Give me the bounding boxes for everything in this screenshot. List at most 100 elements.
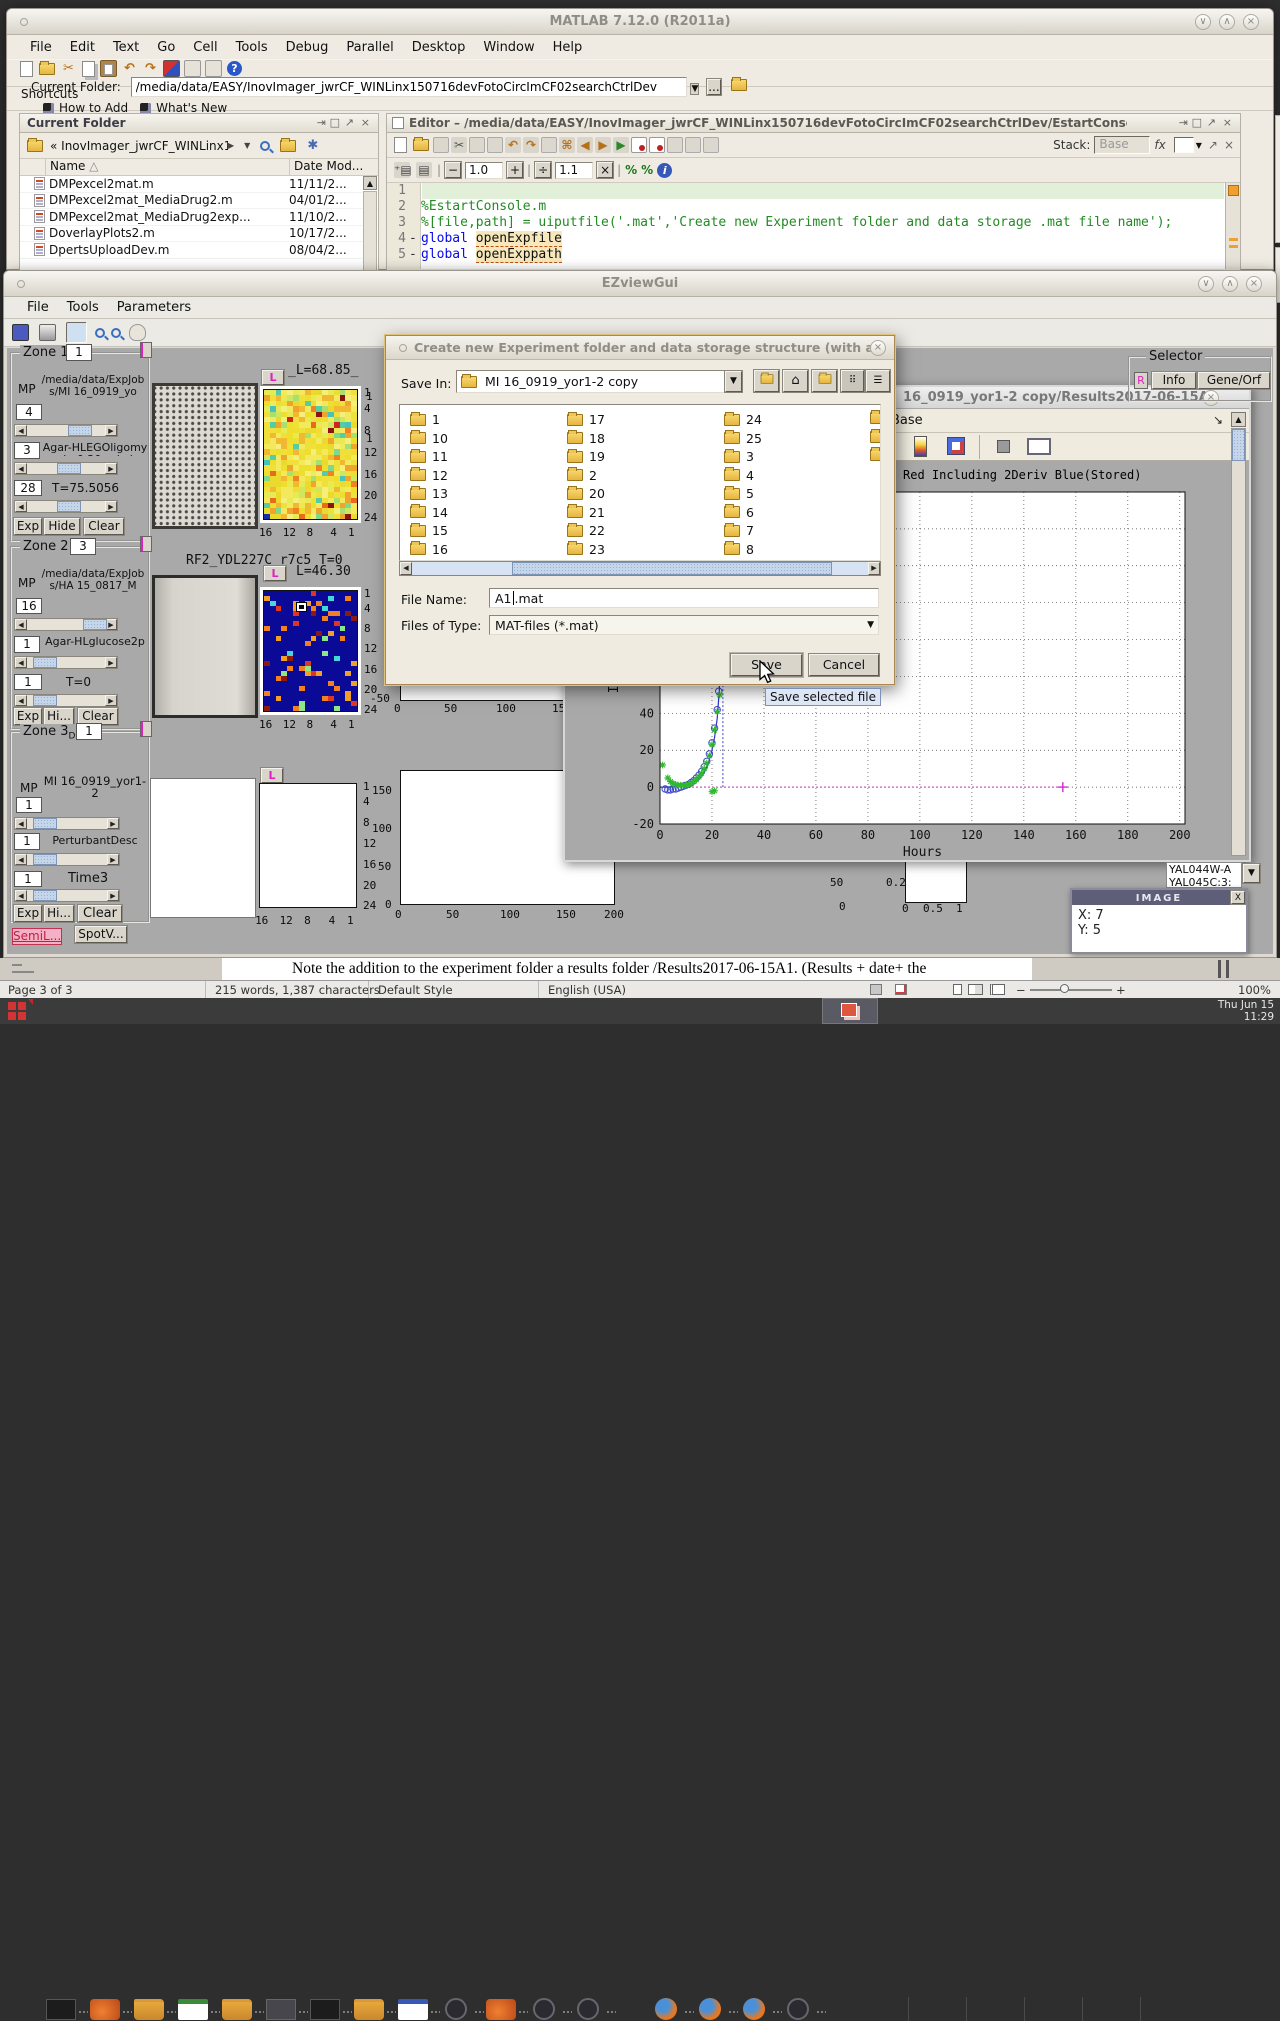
menu-debug[interactable]: Debug — [277, 37, 338, 58]
word-count[interactable]: 215 words, 1,387 characters — [215, 983, 380, 997]
folder-item[interactable]: 20 — [567, 486, 605, 501]
breakpoint-set-icon[interactable] — [631, 137, 647, 153]
folder-item[interactable]: 23 — [567, 542, 605, 557]
gray-swatch-icon[interactable] — [997, 440, 1010, 453]
dock-icon[interactable]: ⇥ — [1179, 116, 1188, 129]
open-icon[interactable] — [39, 63, 55, 75]
colormap-icon[interactable] — [914, 436, 927, 457]
file-name[interactable]: DMPexcel2mat_MediaDrug2.m — [45, 193, 281, 207]
stack-combo[interactable]: Base — [1094, 136, 1150, 154]
mlint-mark[interactable] — [1229, 245, 1238, 248]
mlint-mark[interactable] — [1229, 238, 1238, 241]
folder-scrollbar[interactable] — [363, 191, 377, 271]
multi-page-icon[interactable] — [968, 984, 983, 995]
search-icon[interactable] — [260, 141, 270, 151]
folder-list-scrollbar[interactable]: ◀ ▶ — [399, 561, 881, 576]
folder-item[interactable]: 6 — [724, 505, 754, 520]
paste-icon[interactable] — [100, 60, 117, 77]
ezview-titlebar[interactable]: EZviewGui ∨ ∧ × — [4, 271, 1276, 297]
folder-item[interactable]: 2 — [567, 468, 597, 483]
taskbar-folder-icon[interactable] — [222, 1999, 252, 2020]
scrollbar-thumb[interactable] — [512, 562, 831, 575]
taskbar-terminal-icon[interactable] — [46, 1999, 76, 2020]
folder-item[interactable] — [870, 449, 881, 464]
step-out-icon[interactable] — [703, 137, 719, 153]
breakpoint-clear-icon[interactable] — [649, 137, 665, 153]
find-icon[interactable]: ⌘ — [559, 137, 575, 153]
up-folder-icon[interactable] — [731, 79, 747, 91]
folder-item[interactable]: 25 — [724, 431, 762, 446]
menu-tools[interactable]: Tools — [227, 37, 277, 58]
taskbar-folder-icon[interactable] — [134, 1999, 164, 2020]
minimize-button[interactable]: ∨ — [1195, 14, 1211, 30]
folder-item[interactable]: 14 — [410, 505, 448, 520]
mlint-marker[interactable] — [1228, 185, 1239, 196]
folder-item[interactable]: 3 — [724, 449, 754, 464]
folder-item[interactable]: 8 — [724, 542, 754, 557]
save-in-combo[interactable]: MI 16_0919_yor1-2 copy ▼ — [456, 370, 743, 393]
folder-item[interactable]: 21 — [567, 505, 605, 520]
guide-icon[interactable] — [184, 60, 201, 77]
layout-icon[interactable] — [947, 437, 965, 455]
path-dropdown-icon[interactable]: ▼ — [690, 83, 699, 95]
file-name-input[interactable]: A1 .mat — [489, 588, 879, 608]
taskbar-player-icon[interactable] — [445, 1998, 467, 2020]
cut-icon[interactable]: ✂ — [451, 137, 467, 153]
table-row[interactable]: DoverlayPlots2.m10/17/2... — [20, 226, 378, 243]
shortcut-icon[interactable] — [43, 103, 54, 114]
zoom-level[interactable]: 100% — [1238, 983, 1271, 997]
list-item[interactable]: YAL044W-A — [1169, 863, 1241, 876]
clock[interactable]: Thu Jun 15 11:29 — [1218, 999, 1274, 1023]
menu-parallel[interactable]: Parallel — [337, 37, 402, 58]
step-in-icon[interactable] — [685, 137, 701, 153]
list-item[interactable]: YAL045C:3: — [1169, 876, 1241, 888]
taskbar-folder-icon[interactable] — [354, 1999, 384, 2020]
folder-list[interactable]: 1101112131415161718192202122232425345678 — [399, 404, 881, 561]
pan-hand-icon[interactable] — [129, 324, 146, 341]
undo-icon[interactable]: ↶ — [505, 137, 521, 153]
taskbar-calc-icon[interactable] — [178, 1999, 208, 2020]
table-row[interactable]: DpertsUploadDev.m08/04/2... — [20, 242, 378, 259]
combo-dropdown-icon[interactable]: ▼ — [867, 620, 874, 630]
shortcut-icon[interactable] — [140, 103, 151, 114]
code-area[interactable]: 1 2%EstartConsole.m 3%[file,path] = uipu… — [387, 183, 1240, 269]
redo-icon[interactable]: ↷ — [523, 137, 539, 153]
zoom-out-icon[interactable] — [111, 328, 121, 338]
close-button[interactable]: × — [870, 340, 886, 356]
undock-icon[interactable]: ↗ — [1208, 138, 1218, 152]
matlab-titlebar[interactable]: MATLAB 7.12.0 (R2011a) ∨ ∧ × — [7, 9, 1273, 35]
table-row[interactable]: DMPexcel2mat.m11/11/2... — [20, 176, 378, 193]
copy-icon[interactable] — [82, 61, 95, 77]
folder-item[interactable]: 24 — [724, 412, 762, 427]
edit-plot-icon[interactable] — [66, 322, 87, 343]
window-menu-icon[interactable] — [17, 280, 25, 288]
gear-icon[interactable]: ✱ — [307, 138, 318, 153]
selector-info-button[interactable]: Info — [1152, 372, 1196, 389]
insert-cell-icon[interactable]: ⁺▤ — [394, 162, 410, 178]
close-icon[interactable]: × — [1224, 138, 1234, 152]
divide-button[interactable]: ÷ — [535, 162, 551, 178]
folder-item[interactable]: 10 — [410, 431, 448, 446]
cell-divider-icon[interactable]: ▤ — [416, 162, 432, 178]
taskbar-player-icon[interactable] — [533, 1998, 555, 2020]
info-icon[interactable]: i — [657, 163, 672, 178]
zoom-out-icon[interactable]: − — [1016, 983, 1026, 997]
value-field-2[interactable]: 1.1 — [555, 162, 593, 179]
list-dropdown-icon[interactable]: ▼ — [1243, 864, 1260, 883]
results-scrollbar[interactable] — [1231, 428, 1246, 856]
increase-button[interactable]: + — [507, 162, 523, 178]
report-icon[interactable] — [205, 60, 222, 77]
file-name[interactable]: DMPexcel2mat_MediaDrug2exp... — [45, 210, 281, 224]
save-icon[interactable] — [433, 137, 449, 153]
page-style[interactable]: Default Style — [378, 983, 453, 997]
folder-item[interactable]: 4 — [724, 468, 754, 483]
scroll-left-icon[interactable]: ◀ — [400, 562, 412, 575]
tab-command-history[interactable]: Command History — [1275, 115, 1280, 243]
name-column[interactable]: Name △ — [46, 159, 290, 175]
redo-icon[interactable]: ↷ — [142, 60, 159, 77]
undock-icon[interactable]: ↗ — [345, 116, 354, 129]
undo-icon[interactable]: ↶ — [121, 60, 138, 77]
folder-item[interactable]: 18 — [567, 431, 605, 446]
folder-item[interactable] — [870, 412, 881, 427]
maximize-panel-icon[interactable]: □ — [330, 116, 340, 129]
